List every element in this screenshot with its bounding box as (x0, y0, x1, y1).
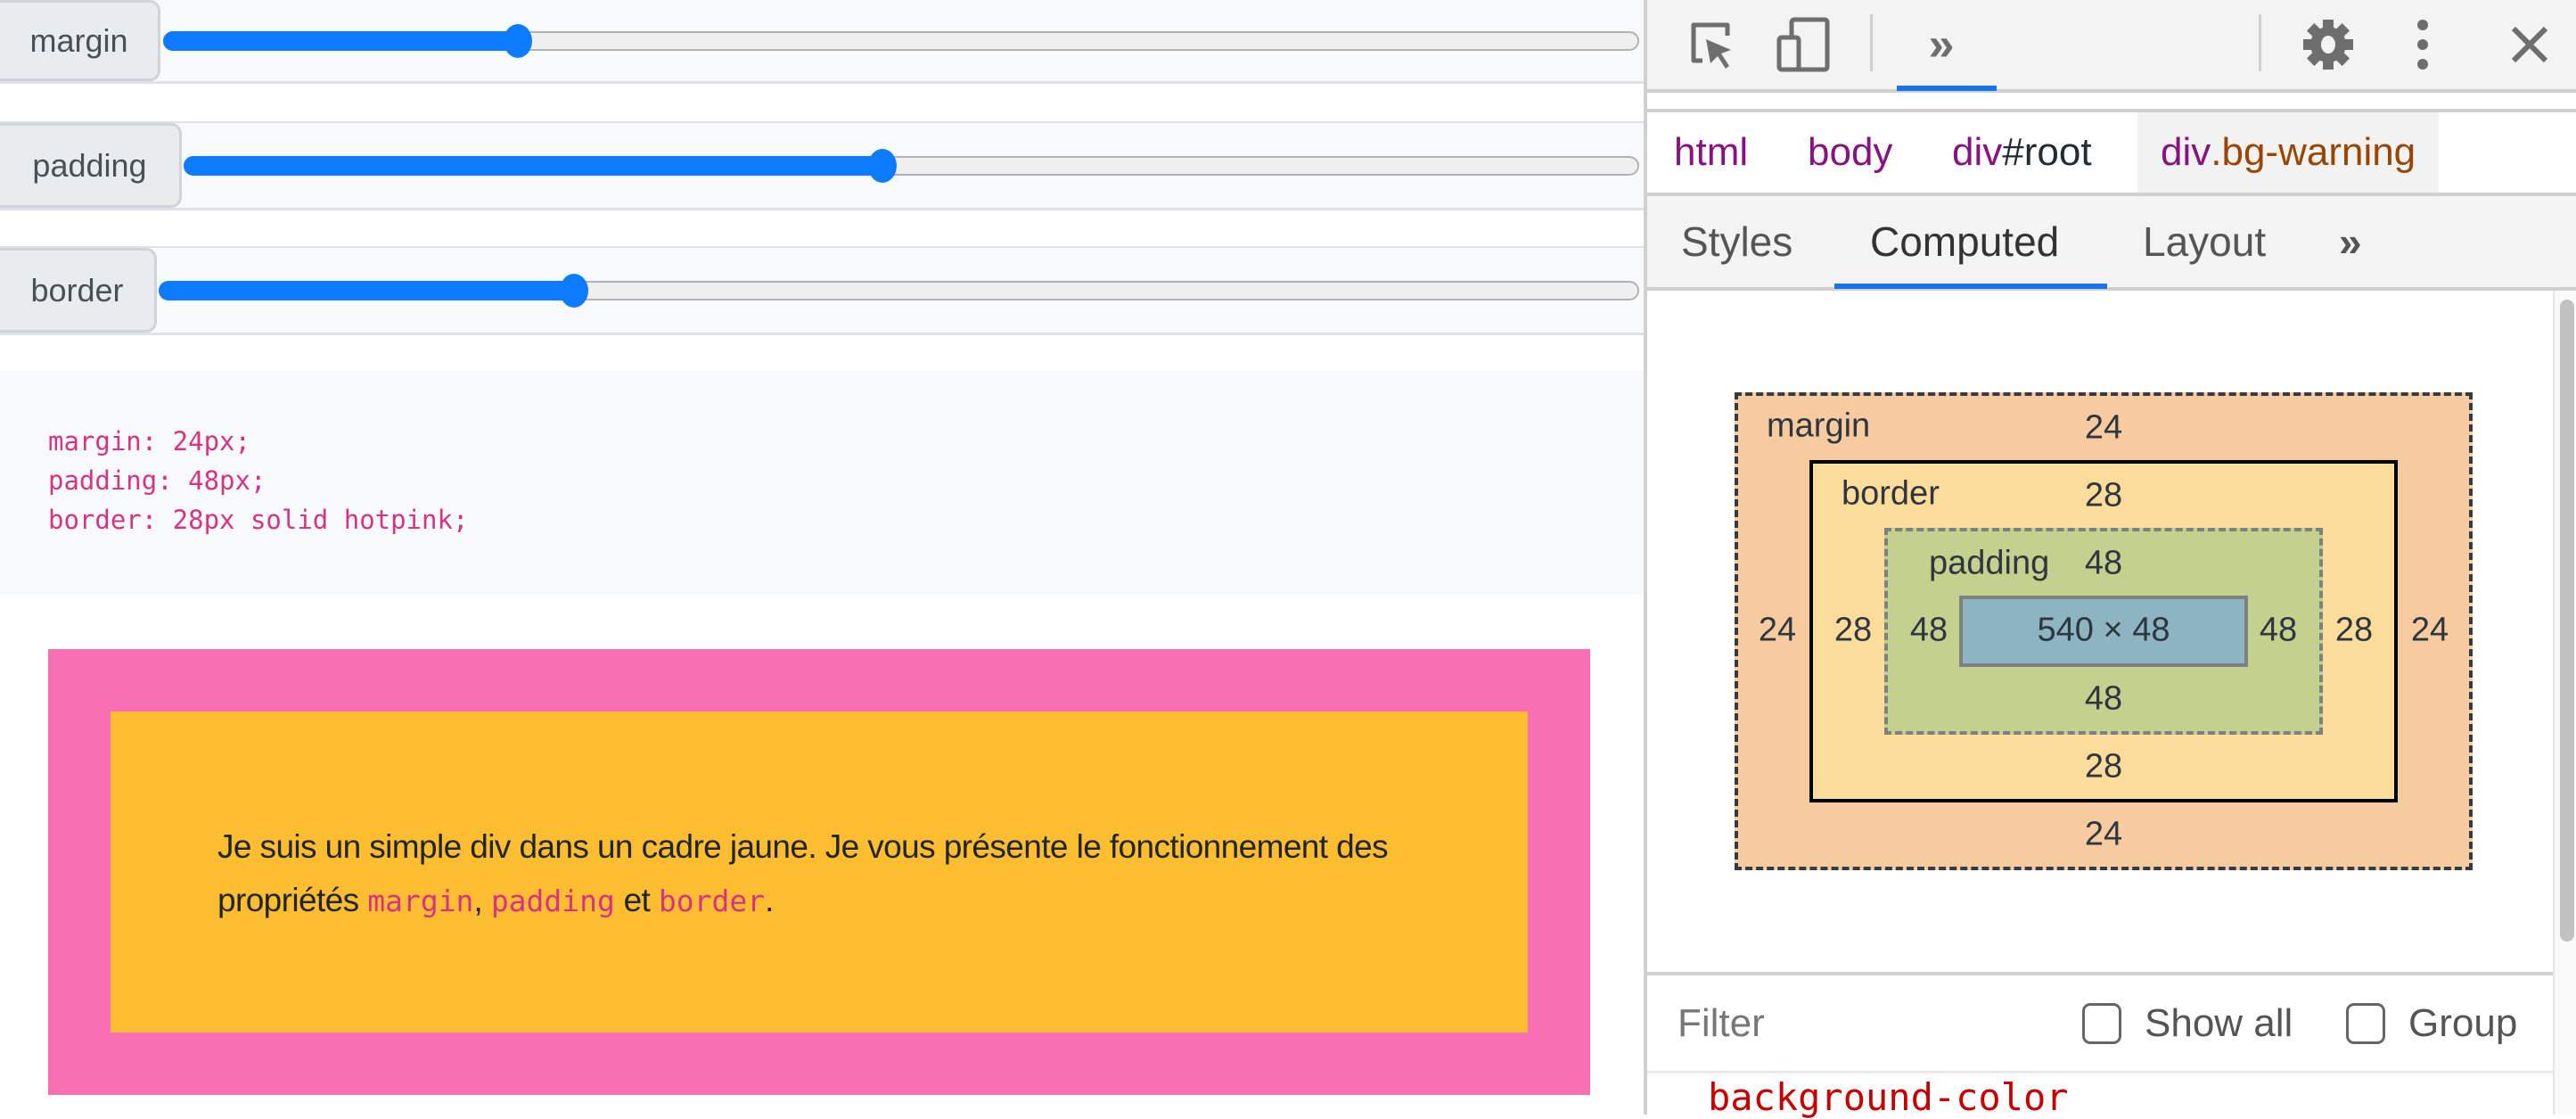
slider-row-margin: margin (0, 0, 1644, 84)
margin-label: margin (0, 0, 160, 81)
devtools-elements-strip (1647, 93, 2576, 112)
group-checkbox[interactable] (2346, 1002, 2385, 1044)
slider-row-padding: padding (0, 121, 1644, 210)
box-model-padding-label: padding (1929, 544, 2050, 582)
demo-end: . (765, 882, 774, 918)
devtools-panel: » html body div #root div .bg-warning Styl… (1644, 0, 2576, 1119)
breadcrumb: html body div #root div .bg-warning (1647, 112, 2576, 196)
crumb-class: .bg-warning (2211, 130, 2416, 174)
margin-right-value: 24 (2410, 611, 2449, 649)
margin-top-value: 24 (2084, 408, 2123, 447)
slider-row-border: border (0, 246, 1644, 335)
computed-property-name[interactable]: background-color (1708, 1075, 2069, 1119)
breadcrumb-div-bg-warning[interactable]: div .bg-warning (2137, 112, 2440, 193)
border-slider-thumb[interactable] (560, 274, 588, 308)
crumb-tag: div (2161, 130, 2211, 174)
code-line-border: border: 28px solid hotpink; (48, 505, 469, 535)
padding-slider-fill (184, 156, 891, 176)
demo-sep: et (614, 882, 659, 918)
breadcrumb-html[interactable]: html (1674, 112, 1748, 193)
margin-slider-thumb[interactable] (504, 24, 532, 58)
demo-paragraph: Je suis un simple div dans un cadre jaun… (217, 820, 1465, 928)
filter-input[interactable]: Filter (1678, 1001, 1765, 1046)
border-slider[interactable] (159, 274, 1639, 308)
border-top-value: 28 (2084, 476, 2123, 514)
show-all-checkbox[interactable] (2082, 1002, 2121, 1044)
demo-sep: , (473, 882, 491, 918)
margin-slider[interactable] (163, 24, 1639, 58)
kebab-menu-icon[interactable] (2405, 18, 2441, 71)
active-panel-indicator (1897, 86, 1997, 91)
active-tab-indicator (1834, 284, 2107, 289)
crumb-tag: body (1808, 130, 1893, 174)
margin-left-value: 24 (1758, 611, 1797, 649)
code-padding: padding (490, 884, 615, 918)
box-model-border-label: border (1842, 474, 1940, 513)
sidebar-tabs: Styles Computed Layout » (1647, 196, 2576, 291)
tab-layout[interactable]: Layout (2143, 196, 2266, 287)
crumb-tag: html (1674, 130, 1749, 174)
inspect-element-icon[interactable] (1683, 18, 1740, 71)
breadcrumb-div-root[interactable]: div #root (1952, 112, 2092, 193)
filter-bar: Filter Show all Group (1647, 972, 2553, 1074)
border-slider-fill (159, 281, 583, 300)
scrollbar[interactable] (2553, 291, 2576, 1115)
box-model-margin-label: margin (1767, 407, 1871, 445)
toolbar-separator (1870, 14, 1873, 71)
padding-slider-thumb[interactable] (868, 149, 897, 183)
padding-left-value: 48 (1909, 611, 1948, 649)
border-left-value: 28 (1834, 611, 1873, 649)
device-toolbar-icon[interactable] (1776, 17, 1833, 72)
padding-top-value: 48 (2084, 544, 2123, 582)
code-margin: margin (367, 884, 474, 918)
group-label[interactable]: Group (2408, 1001, 2517, 1046)
content-size-value: 540 × 48 (2037, 611, 2170, 649)
more-panels-icon[interactable]: » (1906, 18, 1977, 71)
tab-computed[interactable]: Computed (1870, 196, 2059, 287)
tab-more[interactable]: » (2339, 196, 2362, 287)
show-all-label[interactable]: Show all (2145, 1001, 2293, 1046)
close-icon[interactable] (2503, 18, 2556, 71)
padding-bottom-value: 48 (2084, 679, 2123, 718)
border-bottom-value: 28 (2084, 747, 2123, 786)
border-label: border (0, 248, 157, 333)
settings-icon[interactable] (2296, 18, 2360, 71)
margin-bottom-value: 24 (2084, 815, 2123, 853)
breadcrumb-body[interactable]: body (1808, 112, 1892, 193)
css-code-block: margin: 24px; padding: 48px; border: 28p… (0, 371, 1644, 595)
margin-slider-fill (163, 31, 527, 51)
crumb-tag: div (1952, 130, 2003, 174)
border-right-value: 28 (2334, 611, 2374, 649)
padding-slider[interactable] (184, 149, 1639, 183)
scrollbar-thumb[interactable] (2560, 300, 2574, 942)
crumb-id: #root (2002, 130, 2092, 174)
code-line-padding: padding: 48px; (48, 465, 267, 496)
tab-styles[interactable]: Styles (1681, 196, 1793, 287)
code-line-margin: margin: 24px; (48, 426, 250, 457)
padding-label: padding (0, 123, 182, 208)
toolbar-separator (2259, 14, 2261, 71)
padding-right-value: 48 (2259, 611, 2298, 649)
devtools-toolbar: » (1647, 0, 2576, 93)
code-border: border (658, 884, 766, 918)
